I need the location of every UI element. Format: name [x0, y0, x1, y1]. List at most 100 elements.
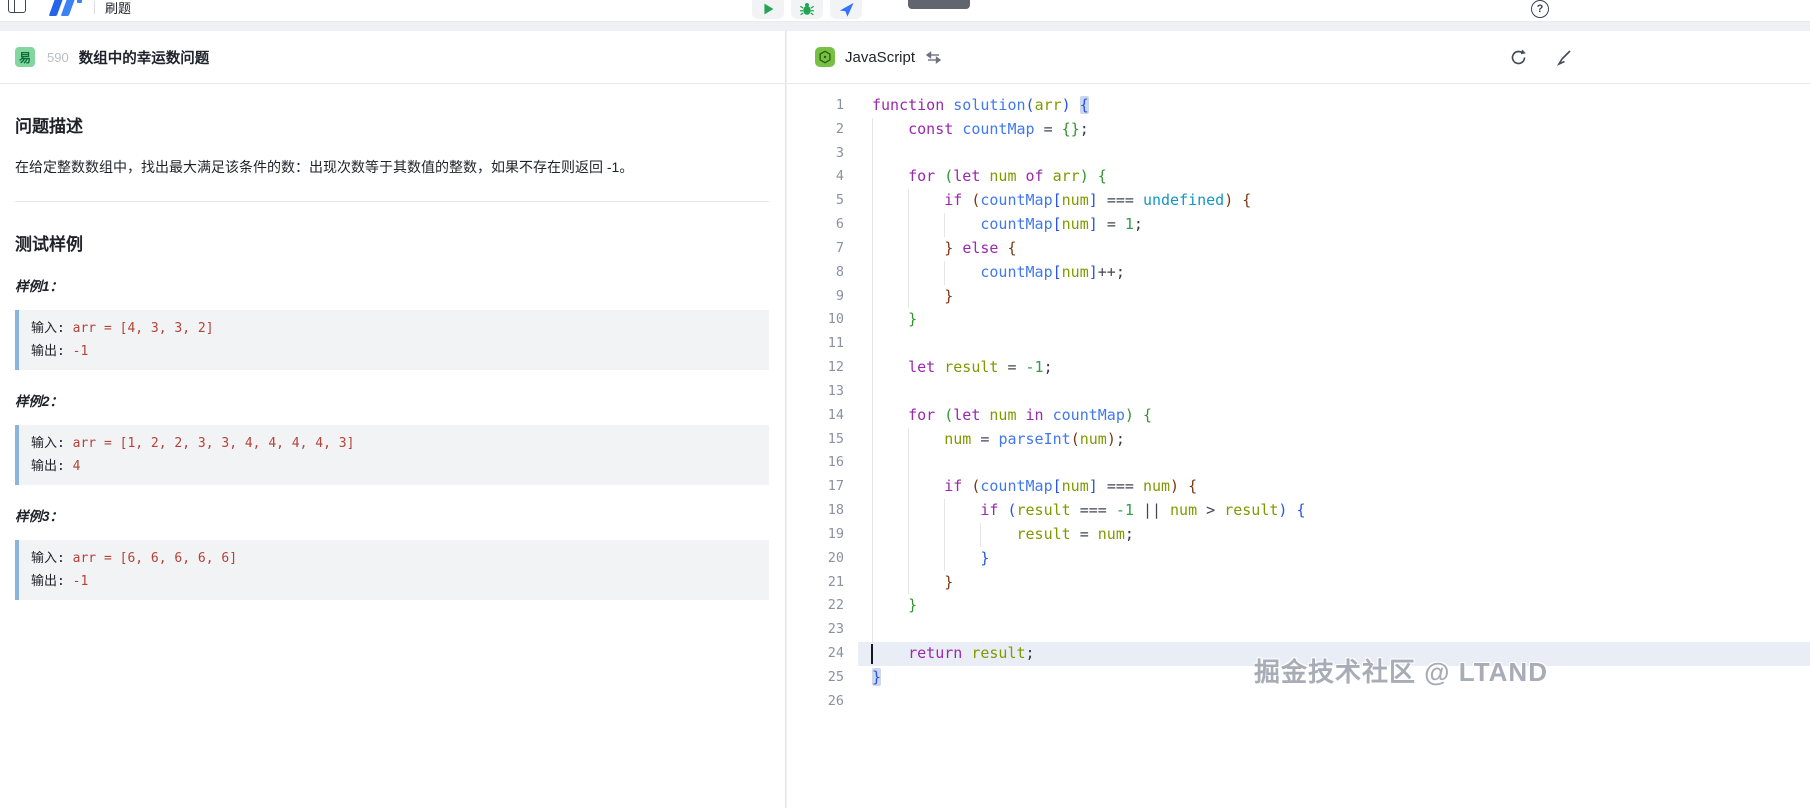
sample-row: 输出: 4 [31, 455, 757, 478]
format-icon-partial[interactable] [1556, 48, 1574, 72]
line-number: 3 [787, 142, 858, 166]
code-line-8[interactable]: 8 countMap[num]++; [787, 261, 1810, 285]
app-logo[interactable] [48, 0, 82, 16]
sample-block-1: 输入: arr = [4, 3, 3, 2]输出: -1 [15, 310, 769, 370]
line-content: } [858, 594, 1810, 618]
sample-row: 输入: arr = [6, 6, 6, 6, 6] [31, 547, 757, 570]
code-line-14[interactable]: 14 for (let num in countMap) { [787, 404, 1810, 428]
section-divider [15, 201, 769, 202]
line-content: if (result === -1 || num > result) { [858, 499, 1810, 523]
app-window: 刷题 [0, 0, 1810, 808]
code-line-3[interactable]: 3 [787, 142, 1810, 166]
javascript-icon [815, 47, 835, 67]
code-line-7[interactable]: 7 } else { [787, 237, 1810, 261]
code-line-13[interactable]: 13 [787, 380, 1810, 404]
sidebar-toggle-icon[interactable] [8, 0, 26, 13]
code-line-12[interactable]: 12 let result = -1; [787, 356, 1810, 380]
code-line-1[interactable]: 1function solution(arr) { [787, 94, 1810, 118]
problem-header: 易 590 数组中的幸运数问题 [0, 31, 785, 84]
help-icon[interactable]: ? [1531, 0, 1549, 18]
code-line-6[interactable]: 6 countMap[num] = 1; [787, 213, 1810, 237]
code-line-19[interactable]: 19 result = num; [787, 523, 1810, 547]
toolbar-divider [94, 1, 95, 14]
problem-panel: 易 590 数组中的幸运数问题 问题描述 在给定整数数组中，找出最大满足该条件的… [0, 31, 786, 808]
line-content: } [858, 308, 1810, 332]
line-number: 2 [787, 118, 858, 142]
toolbar: 刷题 [0, 0, 1810, 22]
code-line-4[interactable]: 4 for (let num of arr) { [787, 165, 1810, 189]
line-number: 24 [787, 642, 858, 666]
app-title: 刷题 [105, 0, 131, 17]
line-number: 17 [787, 475, 858, 499]
bug-icon [799, 1, 815, 17]
difficulty-badge: 易 [15, 47, 35, 67]
line-content [858, 332, 1810, 356]
line-number: 4 [787, 165, 858, 189]
debug-button[interactable] [791, 0, 823, 19]
code-line-26[interactable]: 26 [787, 690, 1810, 714]
problem-title: 数组中的幸运数问题 [79, 47, 210, 68]
sample-label-3: 样例3： [15, 505, 769, 525]
line-content: if (countMap[num] === num) { [858, 475, 1810, 499]
code-line-20[interactable]: 20 } [787, 547, 1810, 571]
samples-heading: 测试样例 [15, 230, 769, 255]
code-line-9[interactable]: 9 } [787, 285, 1810, 309]
line-number: 22 [787, 594, 858, 618]
line-number: 26 [787, 690, 858, 714]
send-icon [838, 1, 855, 18]
run-button[interactable] [752, 0, 784, 19]
code-line-10[interactable]: 10 } [787, 308, 1810, 332]
language-label: JavaScript [845, 49, 915, 66]
code-line-5[interactable]: 5 if (countMap[num] === undefined) { [787, 189, 1810, 213]
line-content: } [858, 285, 1810, 309]
tooltip-fragment [908, 0, 970, 9]
samples-list: 样例1： 输入: arr = [4, 3, 3, 2]输出: -1 样例2： 输入: … [15, 275, 769, 600]
language-switcher[interactable]: JavaScript [815, 47, 941, 67]
line-number: 13 [787, 380, 858, 404]
code-line-18[interactable]: 18 if (result === -1 || num > result) { [787, 499, 1810, 523]
line-content: countMap[num]++; [858, 261, 1810, 285]
line-number: 14 [787, 404, 858, 428]
code-lines: 1function solution(arr) {2 const countMa… [787, 94, 1810, 714]
sample-block-2: 输入: arr = [1, 2, 2, 3, 3, 4, 4, 4, 4, 3]… [15, 425, 769, 485]
line-content: result = num; [858, 523, 1810, 547]
line-number: 10 [787, 308, 858, 332]
line-content: } [858, 547, 1810, 571]
code-editor[interactable]: 1function solution(arr) {2 const countMa… [787, 84, 1810, 808]
line-number: 12 [787, 356, 858, 380]
line-number: 11 [787, 332, 858, 356]
line-content: function solution(arr) { [858, 94, 1810, 118]
line-content: if (countMap[num] === undefined) { [858, 189, 1810, 213]
line-number: 5 [787, 189, 858, 213]
line-content [858, 618, 1810, 642]
code-line-21[interactable]: 21 } [787, 571, 1810, 595]
reset-code-icon[interactable] [1509, 48, 1528, 72]
submit-button[interactable] [830, 0, 862, 19]
editor-panel: JavaScript [787, 31, 1810, 808]
code-line-17[interactable]: 17 if (countMap[num] === num) { [787, 475, 1810, 499]
line-content: countMap[num] = 1; [858, 213, 1810, 237]
line-number: 6 [787, 213, 858, 237]
line-content [858, 690, 1810, 714]
sample-label-1: 样例1： [15, 275, 769, 295]
problem-id: 590 [47, 50, 69, 65]
line-content [858, 451, 1810, 475]
code-line-2[interactable]: 2 const countMap = {}; [787, 118, 1810, 142]
play-icon [760, 1, 776, 17]
line-content: const countMap = {}; [858, 118, 1810, 142]
line-content: let result = -1; [858, 356, 1810, 380]
code-line-16[interactable]: 16 [787, 451, 1810, 475]
code-line-15[interactable]: 15 num = parseInt(num); [787, 428, 1810, 452]
editor-header: JavaScript [787, 31, 1810, 84]
sample-block-3: 输入: arr = [6, 6, 6, 6, 6]输出: -1 [15, 540, 769, 600]
sample-row: 输入: arr = [4, 3, 3, 2] [31, 317, 757, 340]
code-line-11[interactable]: 11 [787, 332, 1810, 356]
sample-label-2: 样例2： [15, 390, 769, 410]
code-line-22[interactable]: 22 } [787, 594, 1810, 618]
line-number: 18 [787, 499, 858, 523]
code-line-23[interactable]: 23 [787, 618, 1810, 642]
line-content: } [858, 571, 1810, 595]
problem-description: 在给定整数数组中，找出最大满足该条件的数：出现次数等于其数值的整数，如果不存在则… [15, 156, 769, 179]
line-number: 21 [787, 571, 858, 595]
sample-row: 输入: arr = [1, 2, 2, 3, 3, 4, 4, 4, 4, 3] [31, 432, 757, 455]
